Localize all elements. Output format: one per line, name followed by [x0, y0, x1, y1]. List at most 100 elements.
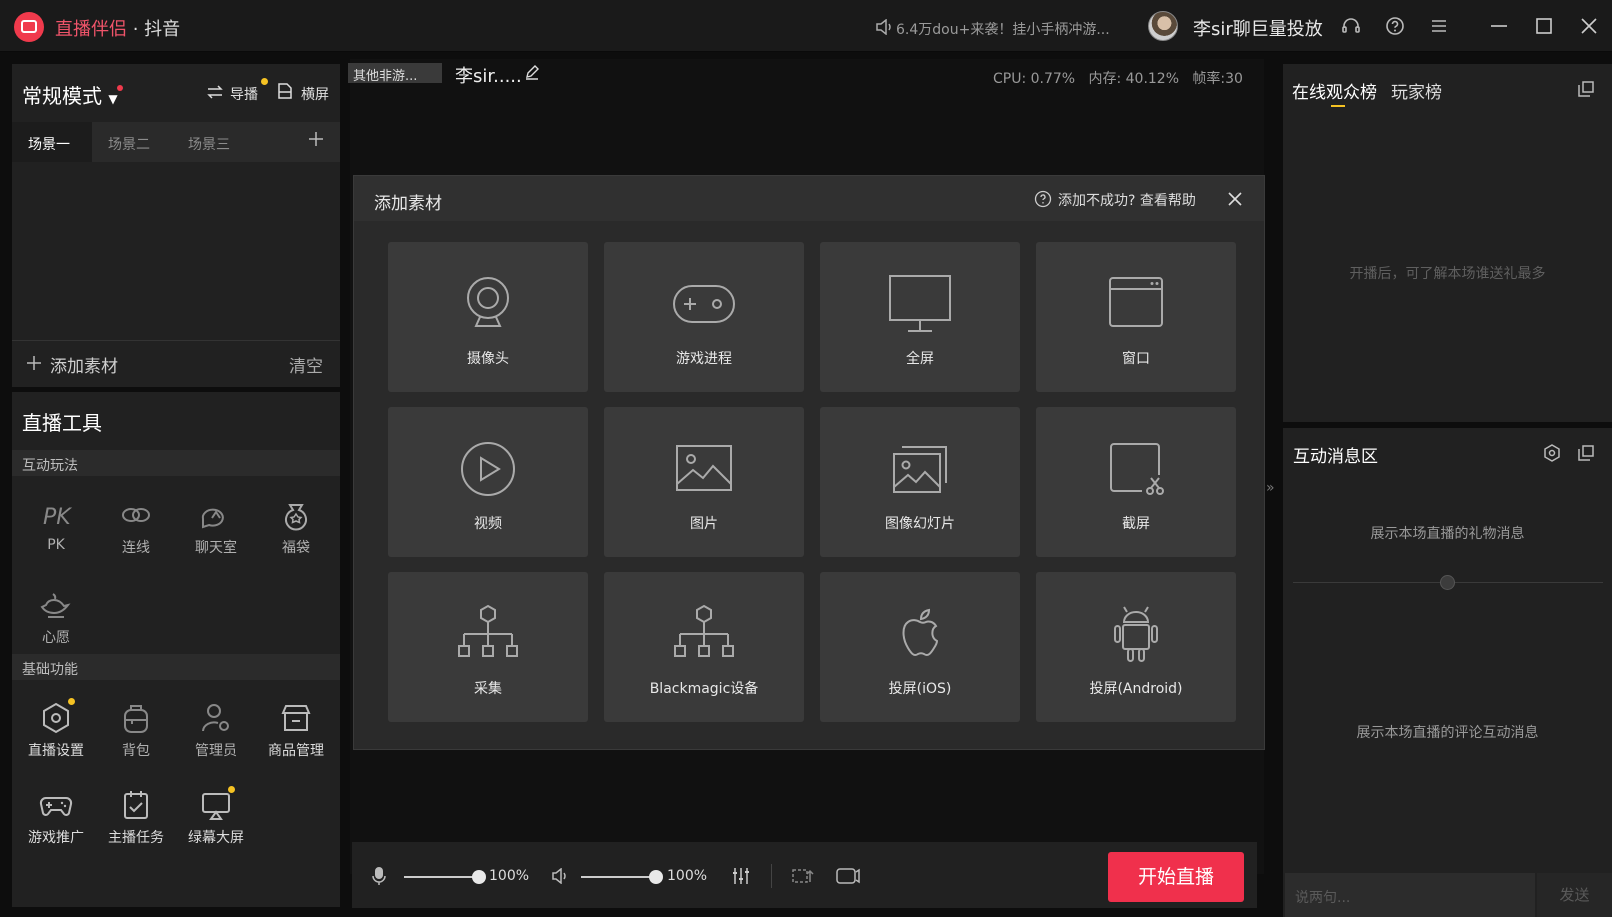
mic-volume-slider[interactable]: [404, 870, 486, 884]
help-icon[interactable]: [1384, 15, 1406, 37]
material-android-cast[interactable]: 投屏(Android): [1036, 572, 1236, 722]
headset-icon[interactable]: [1340, 15, 1362, 37]
tool-label: 直播设置: [28, 743, 84, 759]
avatar[interactable]: [1148, 11, 1178, 41]
edit-icon[interactable]: [524, 64, 540, 80]
announcement-banner[interactable]: 6.4万dou+来袭！挂小手柄冲游...: [876, 19, 1110, 39]
gamepad-icon: [673, 285, 735, 323]
tool-live-settings[interactable]: 直播设置: [21, 700, 91, 760]
material-camera[interactable]: 摄像头: [388, 242, 588, 392]
maximize-icon[interactable]: [1533, 15, 1555, 37]
tool-backpack[interactable]: 背包: [101, 700, 171, 760]
play-circle-icon: [461, 442, 515, 496]
material-screenshot[interactable]: 截屏: [1036, 407, 1236, 557]
tab-scene-3[interactable]: 场景三: [188, 134, 230, 154]
tool-lucky-bag[interactable]: 福袋: [261, 497, 331, 557]
landscape-button[interactable]: 横屏: [301, 84, 329, 104]
clear-button[interactable]: 清空: [289, 352, 323, 377]
tool-chatroom[interactable]: 聊天室: [181, 497, 251, 557]
material-capture[interactable]: 采集: [388, 572, 588, 722]
tool-link[interactable]: 连线: [101, 497, 171, 557]
dialog-title: 添加素材: [374, 194, 442, 214]
comment-input[interactable]: 说两句...: [1285, 873, 1535, 917]
material-label: 投屏(iOS): [888, 681, 952, 697]
backpack-icon: [124, 705, 148, 733]
material-label: 视频: [474, 516, 502, 532]
mic-volume-value: 100%: [489, 868, 530, 884]
mixer-icon[interactable]: [731, 866, 751, 886]
speaker-icon: [876, 19, 891, 35]
speaker-slider-thumb[interactable]: [649, 870, 663, 884]
tool-product-management[interactable]: 商品管理: [261, 700, 331, 760]
tab-players[interactable]: 玩家榜: [1391, 78, 1442, 103]
gamepad-icon: [39, 797, 73, 816]
settings-icon[interactable]: [1543, 444, 1561, 462]
tab-scene-2[interactable]: 场景二: [108, 134, 150, 154]
director-button[interactable]: 导播: [230, 84, 258, 104]
camera-frame-icon[interactable]: [835, 866, 861, 886]
material-label: Blackmagic设备: [649, 681, 759, 697]
landscape-icon: [278, 83, 292, 99]
apple-icon: [902, 608, 939, 657]
director-notification-dot: [261, 78, 268, 85]
popout-icon[interactable]: [1577, 80, 1595, 98]
material-image[interactable]: 图片: [604, 407, 804, 557]
tool-game-promotion[interactable]: 游戏推广: [21, 787, 91, 847]
tab-online-viewers[interactable]: 在线观众榜: [1292, 78, 1377, 103]
material-video[interactable]: 视频: [388, 407, 588, 557]
close-icon[interactable]: [1578, 15, 1600, 37]
send-button[interactable]: 发送: [1537, 873, 1612, 917]
minimize-icon[interactable]: [1488, 15, 1510, 37]
tab-scene-1[interactable]: 场景一: [28, 134, 70, 154]
tool-pk[interactable]: PK PK: [21, 497, 91, 553]
collapse-right-icon[interactable]: »: [1266, 480, 1275, 496]
material-blackmagic[interactable]: Blackmagic设备: [604, 572, 804, 722]
game-category-tag[interactable]: 其他非游...: [348, 63, 442, 84]
splitter-handle[interactable]: [1440, 575, 1455, 590]
mic-slider-thumb[interactable]: [472, 870, 486, 884]
webcam-icon: [467, 277, 509, 327]
speaker-volume-icon[interactable]: [551, 868, 569, 884]
microphone-icon[interactable]: [371, 866, 387, 886]
add-material-button[interactable]: 添加素材: [50, 352, 118, 377]
room-title[interactable]: 李sir.....: [455, 62, 522, 88]
image-icon: [676, 445, 732, 491]
interaction-panel: 互动消息区 展示本场直播的礼物消息 展示本场直播的评论互动消息: [1283, 428, 1612, 917]
mode-notification-dot: [117, 85, 123, 91]
start-live-button[interactable]: 开始直播: [1108, 852, 1244, 902]
task-checklist-icon: [124, 791, 148, 819]
tool-green-screen[interactable]: 绿幕大屏: [181, 787, 251, 847]
screen-rotate-icon[interactable]: [790, 866, 816, 886]
speaker-volume-slider[interactable]: [581, 870, 663, 884]
chatroom-icon: [201, 508, 224, 529]
menu-icon[interactable]: [1428, 15, 1450, 37]
material-fullscreen[interactable]: 全屏: [820, 242, 1020, 392]
tool-wish[interactable]: 心愿: [21, 587, 91, 647]
interaction-title: 互动消息区: [1293, 447, 1378, 467]
material-label: 截屏: [1122, 516, 1150, 532]
dialog-close-icon[interactable]: [1226, 190, 1244, 208]
username[interactable]: 李sir聊巨量投放: [1193, 15, 1323, 41]
help-circle-icon: [1034, 190, 1052, 208]
link-icon: [122, 508, 150, 522]
popout-icon[interactable]: [1577, 444, 1595, 462]
interactive-section-header: 互动玩法: [12, 450, 340, 476]
material-game-process[interactable]: 游戏进程: [604, 242, 804, 392]
add-scene-icon[interactable]: [307, 130, 325, 148]
store-icon: [281, 705, 311, 731]
material-label: 图像幻灯片: [885, 516, 955, 532]
green-screen-notification-dot: [228, 786, 235, 793]
tool-label: 主播任务: [108, 830, 164, 846]
material-window[interactable]: 窗口: [1036, 242, 1236, 392]
material-ios-cast[interactable]: 投屏(iOS): [820, 572, 1020, 722]
help-link[interactable]: 添加不成功? 查看帮助: [1058, 190, 1196, 210]
material-label: 图片: [690, 516, 718, 532]
tool-streamer-tasks[interactable]: 主播任务: [101, 787, 171, 847]
divider: [12, 340, 340, 341]
tool-label: PK: [47, 537, 65, 553]
material-slideshow[interactable]: 图像幻灯片: [820, 407, 1020, 557]
tool-admin[interactable]: 管理员: [181, 700, 251, 760]
material-label: 采集: [474, 681, 502, 697]
mode-selector[interactable]: 常规模式 ▼: [22, 80, 118, 109]
tool-label: 商品管理: [268, 743, 324, 759]
